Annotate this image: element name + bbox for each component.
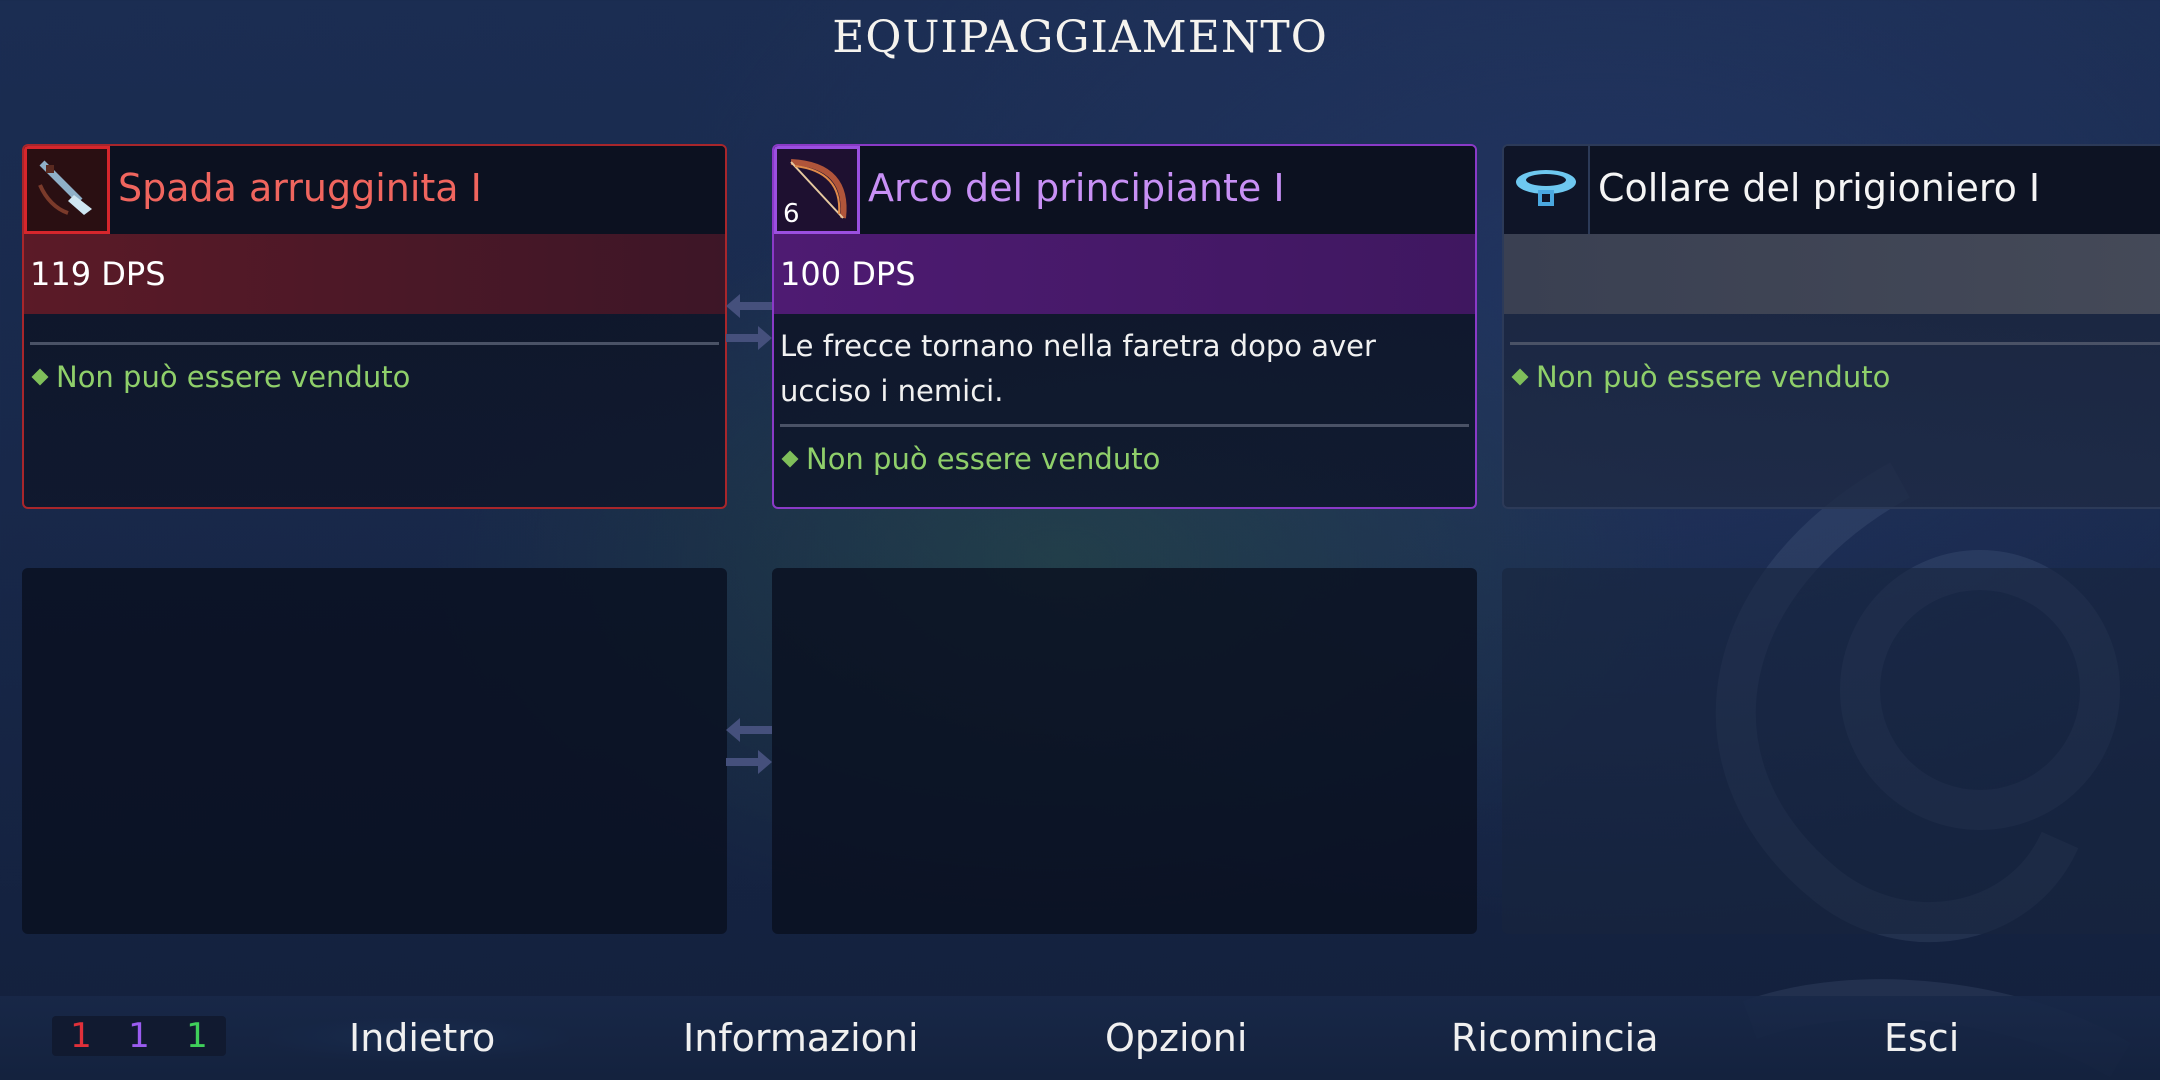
quit-button[interactable]: Esci	[1884, 1016, 1959, 1060]
item-stat-band	[1504, 234, 2160, 314]
swap-arrows-icon[interactable]	[724, 282, 774, 362]
sell-restriction-note: Non può essere venduto	[1511, 360, 1890, 394]
bow-icon: 6	[774, 146, 860, 234]
empty-slot[interactable]	[772, 568, 1477, 934]
back-button[interactable]: Indietro	[268, 1016, 570, 1062]
prisoner-collar-icon	[1504, 146, 1590, 234]
swap-arrows-icon[interactable]	[724, 706, 774, 786]
empty-slot[interactable]	[1502, 568, 2160, 934]
item-name: Collare del prigioniero I	[1598, 166, 2041, 210]
options-button[interactable]: Opzioni	[1105, 1016, 1247, 1060]
brutality-scroll-count: 1	[70, 1016, 92, 1056]
sell-restriction-note: Non può essere venduto	[31, 360, 410, 394]
divider	[780, 424, 1469, 427]
survival-scroll-count: 1	[186, 1016, 208, 1056]
diamond-bullet-icon	[1511, 368, 1529, 386]
item-header: Spada arrugginita I	[24, 146, 725, 234]
weapon-slot-secondary[interactable]: 6 Arco del principiante I 100 DPS Le fre…	[772, 144, 1477, 509]
item-description: Le frecce tornano nella faretra dopo ave…	[780, 329, 1376, 408]
sell-restriction-note: Non può essere venduto	[781, 442, 1160, 476]
bottom-menu-bar	[0, 996, 2160, 1080]
divider	[1510, 342, 2160, 345]
item-name: Spada arrugginita I	[118, 166, 482, 210]
scroll-counters: 1 1 1	[52, 1016, 226, 1056]
divider	[30, 342, 719, 345]
item-header: Collare del prigioniero I	[1504, 146, 2160, 234]
empty-slot[interactable]	[22, 568, 727, 934]
diamond-bullet-icon	[31, 368, 49, 386]
diamond-bullet-icon	[781, 450, 799, 468]
amulet-slot[interactable]: Collare del prigioniero I Non può essere…	[1502, 144, 2160, 509]
item-stack-count: 6	[783, 199, 800, 229]
item-header: 6 Arco del principiante I	[774, 146, 1475, 234]
rusty-sword-icon	[24, 146, 110, 234]
tactics-scroll-count: 1	[128, 1016, 150, 1056]
weapon-slot-primary[interactable]: Spada arrugginita I 119 DPS Non può esse…	[22, 144, 727, 509]
info-button[interactable]: Informazioni	[683, 1016, 919, 1060]
item-name: Arco del principiante I	[868, 166, 1285, 210]
screen-title: EQUIPAGGIAMENTO	[832, 12, 1328, 63]
restart-button[interactable]: Ricomincia	[1451, 1016, 1659, 1060]
item-dps: 100 DPS	[774, 234, 1475, 314]
item-dps: 119 DPS	[24, 234, 725, 314]
